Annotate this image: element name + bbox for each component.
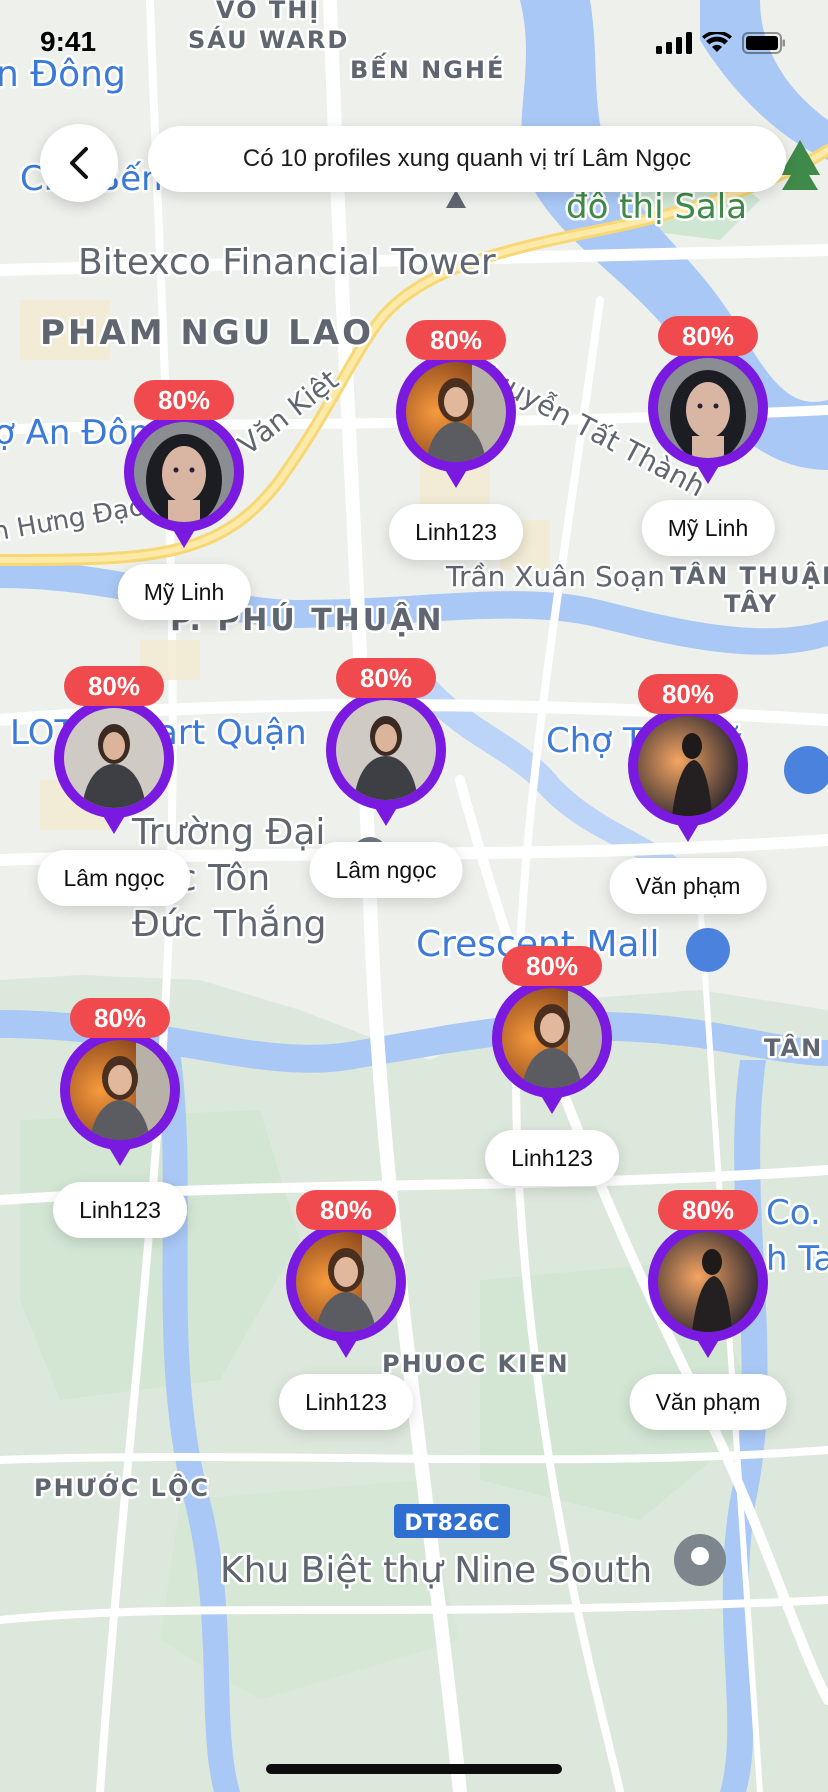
- status-icons: [656, 32, 786, 54]
- profile-name: Mỹ Linh: [641, 500, 775, 556]
- nearby-profiles-header: Có 10 profiles xung quanh vị trí Lâm Ngọ…: [148, 126, 786, 192]
- profile-pin[interactable]: 80% Mỹ Linh: [641, 316, 775, 556]
- map-label: Bitexco Financial Tower: [78, 242, 496, 283]
- profile-pin[interactable]: 80% Linh123: [279, 1190, 413, 1430]
- match-badge: 80%: [502, 946, 602, 986]
- match-badge: 80%: [296, 1190, 396, 1230]
- chevron-left-icon: [70, 147, 88, 179]
- map-label: Co.: [766, 1193, 821, 1233]
- pin-ring: [326, 690, 446, 810]
- pin-ring: [492, 978, 612, 1098]
- map-label: Trần Xuân Soạn: [445, 560, 665, 593]
- pin-ring: [286, 1222, 406, 1342]
- profile-name: Văn phạm: [609, 858, 767, 914]
- map-label: Khu Biệt thự Nine South: [220, 1550, 652, 1591]
- profile-name: Linh123: [279, 1374, 413, 1430]
- avatar: [658, 358, 758, 458]
- avatar: [336, 700, 436, 800]
- map-label: TÂY: [724, 589, 778, 618]
- avatar: [502, 988, 602, 1088]
- match-badge: 80%: [64, 666, 164, 706]
- pin-ring: [54, 698, 174, 818]
- profile-name: Linh123: [389, 504, 523, 560]
- map-label: TÂN THUẬN: [670, 560, 828, 590]
- profile-name: Lâm ngọc: [37, 850, 191, 906]
- avatar: [638, 716, 738, 816]
- profile-pin[interactable]: 80% Lâm ngọc: [309, 658, 463, 898]
- back-button[interactable]: [40, 124, 118, 202]
- avatar: [70, 1040, 170, 1140]
- match-badge: 80%: [638, 674, 738, 714]
- profile-name: Mỹ Linh: [117, 564, 251, 620]
- profile-name: Linh123: [53, 1182, 187, 1238]
- header-text: Có 10 profiles xung quanh vị trí Lâm Ngọ…: [242, 145, 692, 172]
- profile-name: Lâm ngọc: [309, 842, 463, 898]
- home-indicator: [266, 1764, 562, 1774]
- profile-name: Văn phạm: [629, 1374, 787, 1430]
- match-badge: 80%: [658, 1190, 758, 1230]
- match-badge: 80%: [406, 320, 506, 360]
- pin-ring: [628, 706, 748, 826]
- pin-ring: [60, 1030, 180, 1150]
- pin-ring: [648, 348, 768, 468]
- route-shield-label: DT826C: [404, 1511, 499, 1536]
- avatar: [296, 1232, 396, 1332]
- profile-pin[interactable]: 80% Linh123: [53, 998, 187, 1238]
- match-badge: 80%: [336, 658, 436, 698]
- match-badge: 80%: [658, 316, 758, 356]
- pin-ring: [396, 352, 516, 472]
- match-badge: 80%: [134, 380, 234, 420]
- profile-pin[interactable]: 80% Linh123: [485, 946, 619, 1186]
- pin-ring: [124, 412, 244, 532]
- status-time: 9:41: [40, 26, 97, 57]
- avatar: [134, 422, 234, 522]
- avatar: [406, 362, 506, 462]
- cellular-signal-icon: [656, 32, 692, 54]
- map-label: PHƯỚC LỘC: [34, 1472, 210, 1502]
- avatar: [658, 1232, 758, 1332]
- profile-pin[interactable]: 80% Linh123: [389, 320, 523, 560]
- profile-pin[interactable]: 80% Văn phạm: [609, 674, 767, 914]
- map-label: Trường Đại: [131, 812, 325, 853]
- avatar: [64, 708, 164, 808]
- map-label: PHUOC KIEN: [382, 1350, 570, 1378]
- status-bar: 9:41: [0, 0, 828, 88]
- map-label: h Ta: [766, 1239, 828, 1279]
- battery-icon: [742, 32, 785, 54]
- profile-name: Linh123: [485, 1130, 619, 1186]
- pin-ring: [648, 1222, 768, 1342]
- profile-pin[interactable]: 80% Lâm ngọc: [37, 666, 191, 906]
- map-label: TÂN: [764, 1033, 823, 1062]
- wifi-icon: [702, 32, 732, 52]
- map-label: PHAM NGU LAO: [40, 313, 374, 353]
- map-label: Đức Thắng: [132, 904, 326, 945]
- match-badge: 80%: [70, 998, 170, 1038]
- map-label: đô thị Sala: [566, 187, 747, 227]
- profile-pin[interactable]: 80% Văn phạm: [629, 1190, 787, 1430]
- profile-pin[interactable]: 80% Mỹ Linh: [117, 380, 251, 620]
